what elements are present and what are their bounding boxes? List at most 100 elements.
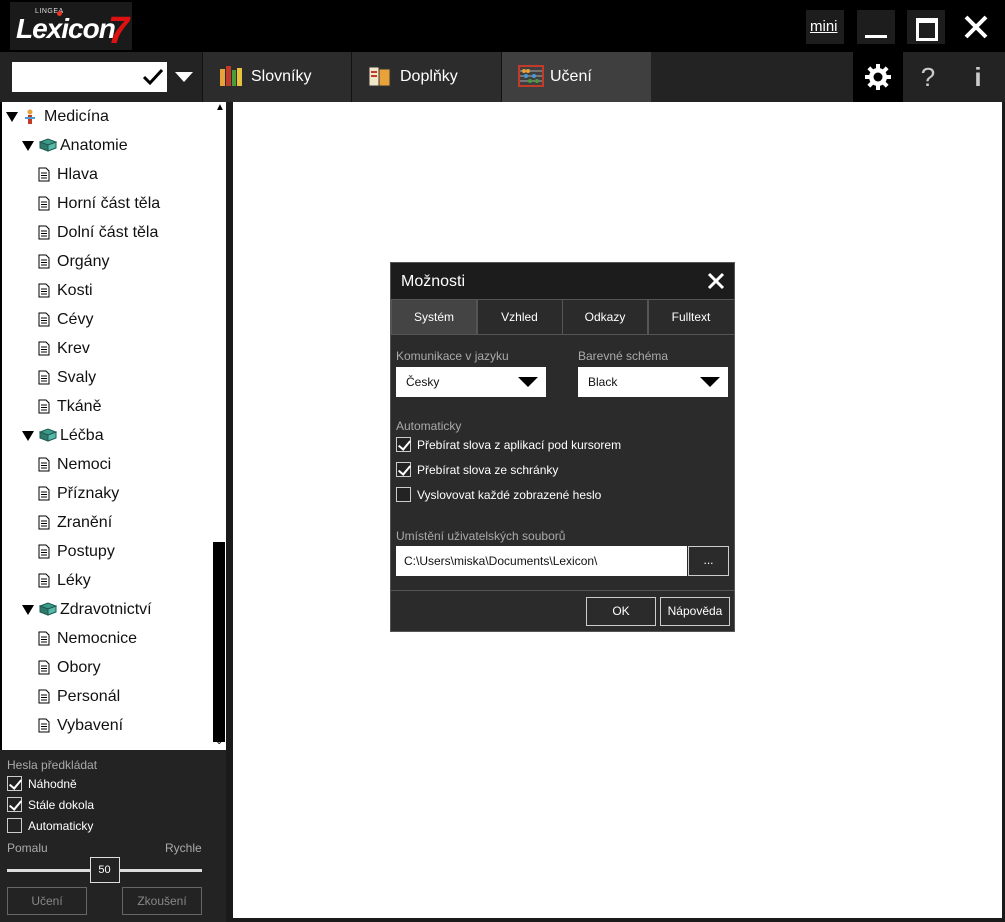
tree-item[interactable]: Léčba: [2, 421, 212, 450]
tab-uceni-label: Učení: [550, 68, 592, 85]
app-logo: LINGEA Lexicon 7: [10, 2, 132, 52]
tree-item-label: Léky: [57, 572, 91, 589]
tab-doplnky[interactable]: Doplňky: [351, 52, 501, 102]
tab-slovniky[interactable]: Slovníky: [202, 52, 352, 102]
help-dialog-button[interactable]: Nápověda: [660, 597, 730, 626]
check-icon[interactable]: [143, 68, 163, 86]
title-bar: LINGEA Lexicon 7 mini: [0, 0, 1005, 52]
search-history-dropdown[interactable]: [175, 72, 193, 82]
dialog-tab[interactable]: Fulltext: [647, 299, 735, 335]
tree-item[interactable]: Příznaky: [2, 479, 212, 508]
dialog-option-label: Přebírat slova ze schránky: [417, 463, 559, 477]
tree-item[interactable]: Anatomie: [2, 131, 212, 160]
document-icon: [38, 167, 50, 182]
color-scheme-select[interactable]: Black: [578, 367, 728, 397]
speed-slider-handle[interactable]: 50: [89, 857, 120, 883]
dialog-tab[interactable]: Systém: [391, 299, 477, 335]
learn-option-checkbox[interactable]: [7, 818, 22, 833]
chevron-down-icon: [700, 377, 720, 387]
tree-item[interactable]: Orgány: [2, 247, 212, 276]
automatic-section-label: Automaticky: [396, 419, 462, 433]
tree-item[interactable]: Zranění: [2, 508, 212, 537]
scroll-up-icon[interactable]: ▲: [215, 102, 225, 113]
tree-item[interactable]: Postupy: [2, 537, 212, 566]
abacus-icon: [518, 65, 544, 87]
gear-icon: [865, 64, 891, 90]
tree-item[interactable]: Tkáně: [2, 392, 212, 421]
tree-item-label: Vybavení: [57, 717, 124, 734]
learn-option-label: Automaticky: [28, 819, 94, 833]
tree-item[interactable]: Nemocnice: [2, 624, 212, 653]
chevron-down-icon: [518, 377, 538, 387]
tree-item-label: Příznaky: [57, 485, 120, 502]
panel-divider: [226, 102, 233, 922]
minimize-button[interactable]: [857, 10, 895, 44]
tree-item-label: Zdravotnictví: [60, 601, 152, 618]
help-button[interactable]: ?: [903, 52, 953, 102]
learn-option-checkbox[interactable]: [7, 776, 22, 791]
tree-item-label: Svaly: [57, 369, 97, 386]
tree-item-label: Dolní část těla: [57, 224, 159, 241]
tree-item[interactable]: Vybavení: [2, 711, 212, 740]
tab-uceni[interactable]: Učení: [501, 52, 651, 102]
dialog-tab[interactable]: Vzhled: [476, 299, 563, 335]
info-button[interactable]: i: [953, 52, 1003, 102]
tree-item-label: Postupy: [57, 543, 115, 560]
test-button[interactable]: Zkoušení: [122, 887, 202, 915]
expand-toggle-icon[interactable]: [22, 605, 34, 615]
tree-item-label: Zranění: [57, 514, 113, 531]
dialog-option-checkbox[interactable]: [396, 462, 411, 477]
language-label: Komunikace v jazyku: [396, 349, 509, 363]
options-dialog: Možnosti Systém Vzhled Odkazy Fulltext Komu…: [390, 262, 735, 632]
document-icon: [38, 254, 50, 269]
search-input[interactable]: [12, 62, 137, 92]
mini-label: mini: [810, 18, 838, 35]
expand-toggle-icon[interactable]: [6, 112, 18, 122]
tree-item[interactable]: Horní část těla: [2, 189, 212, 218]
tree-item[interactable]: Krev: [2, 334, 212, 363]
close-window-button[interactable]: [957, 10, 995, 44]
tree-item[interactable]: Zdravotnictví: [2, 595, 212, 624]
slow-label: Pomalu: [7, 841, 48, 855]
tree-item[interactable]: Dolní část těla: [2, 218, 212, 247]
tree-item[interactable]: Kosti: [2, 276, 212, 305]
dialog-option-checkbox[interactable]: [396, 437, 411, 452]
book-icon: [38, 428, 58, 442]
expand-toggle-icon[interactable]: [22, 141, 34, 151]
scroll-down-icon[interactable]: ⌄: [215, 736, 223, 747]
learn-button[interactable]: Učení: [7, 887, 87, 915]
ok-button[interactable]: OK: [586, 597, 656, 626]
tree-item-label: Hlava: [57, 166, 98, 183]
tree-item[interactable]: Obory: [2, 653, 212, 682]
dialog-option-checkbox[interactable]: [396, 487, 411, 502]
dialog-tab[interactable]: Odkazy: [562, 299, 648, 335]
tree-item[interactable]: Hlava: [2, 160, 212, 189]
tree-item[interactable]: Cévy: [2, 305, 212, 334]
scroll-thumb[interactable]: [213, 542, 225, 742]
document-icon: [38, 486, 50, 501]
browse-button[interactable]: ...: [688, 546, 729, 576]
tree-item-label: Krev: [57, 340, 90, 357]
language-select[interactable]: Česky: [396, 367, 546, 397]
user-files-path-field[interactable]: C:\Users\miska\Documents\Lexicon\: [396, 546, 687, 576]
mini-mode-button[interactable]: mini: [806, 10, 844, 44]
settings-button[interactable]: [853, 52, 903, 102]
tree-item-label: Cévy: [57, 311, 94, 328]
document-icon: [38, 399, 50, 414]
color-scheme-select-value: Black: [588, 375, 618, 389]
maximize-button[interactable]: [907, 10, 945, 44]
close-icon[interactable]: [707, 272, 725, 290]
document-icon: [38, 718, 50, 733]
tree-item[interactable]: Medicína: [2, 102, 212, 131]
tree-scrollbar[interactable]: ▲ ⌄: [212, 102, 226, 750]
tree-item[interactable]: Nemoci: [2, 450, 212, 479]
document-icon: [38, 225, 50, 240]
tree-item-label: Nemoci: [57, 456, 112, 473]
expand-toggle-icon[interactable]: [22, 431, 34, 441]
document-icon: [38, 370, 50, 385]
learn-option-checkbox[interactable]: [7, 797, 22, 812]
dialog-option-label: Přebírat slova z aplikací pod kursorem: [417, 438, 622, 452]
tree-item[interactable]: Svaly: [2, 363, 212, 392]
tree-item[interactable]: Personál: [2, 682, 212, 711]
tree-item[interactable]: Léky: [2, 566, 212, 595]
